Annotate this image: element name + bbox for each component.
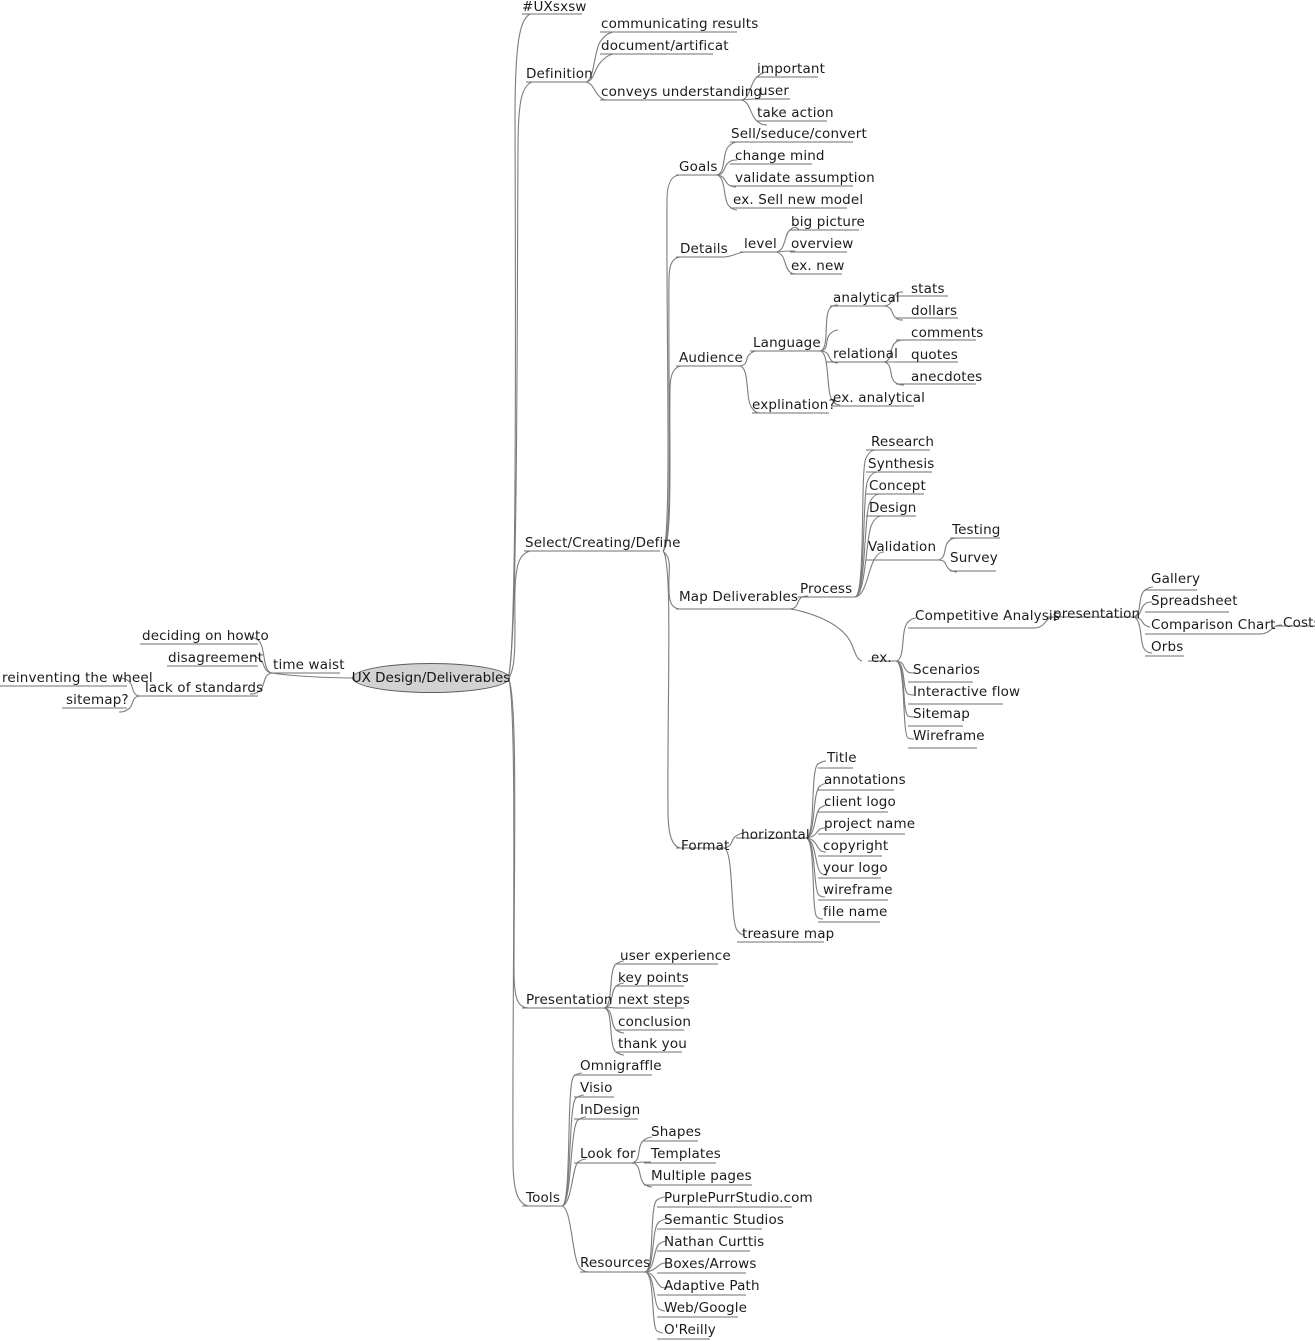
node-conclusion[interactable]: conclusion: [618, 1015, 691, 1030]
node-big-picture[interactable]: big picture: [791, 215, 865, 230]
node-wireframe-item[interactable]: wireframe: [823, 883, 893, 898]
node-sell-seduce-convert[interactable]: Sell/seduce/convert: [731, 127, 867, 142]
node-disagreement[interactable]: disagreement: [168, 651, 263, 666]
node-semantic-studios[interactable]: Semantic Studios: [664, 1213, 784, 1228]
node-boxes-arrows[interactable]: Boxes/Arrows: [664, 1257, 757, 1272]
node-select-creating-define[interactable]: Select/Creating/Define: [525, 536, 681, 551]
node-survey[interactable]: Survey: [950, 551, 998, 566]
node-dollars[interactable]: dollars: [911, 304, 957, 319]
node-process[interactable]: Process: [800, 582, 852, 597]
node-research[interactable]: Research: [871, 435, 934, 450]
node-overview[interactable]: overview: [791, 237, 853, 252]
node-spreadsheet[interactable]: Spreadsheet: [1151, 594, 1238, 609]
node-synthesis[interactable]: Synthesis: [868, 457, 934, 472]
node-treasure-map[interactable]: treasure map: [742, 927, 834, 942]
node-lack-of-standards[interactable]: lack of standards: [145, 681, 263, 696]
node-presentation-sub[interactable]: presentation: [1053, 607, 1140, 622]
node-comparison-chart[interactable]: Comparison Chart: [1151, 618, 1276, 633]
node-presentation[interactable]: Presentation: [526, 993, 613, 1008]
node-important[interactable]: important: [757, 62, 825, 77]
node-relational[interactable]: relational: [833, 347, 898, 362]
node-costs[interactable]: Costs: [1283, 616, 1315, 631]
node-next-steps[interactable]: next steps: [618, 993, 690, 1008]
node-stats[interactable]: stats: [911, 282, 945, 297]
node-multiple-pages[interactable]: Multiple pages: [651, 1169, 752, 1184]
node-analytical[interactable]: analytical: [833, 291, 900, 306]
node-ex-analytical[interactable]: ex. analytical: [833, 391, 925, 406]
node-copyright[interactable]: copyright: [823, 839, 888, 854]
node-hash-uxsxsw[interactable]: #UXsxsw: [522, 0, 587, 15]
node-reinventing-the-wheel[interactable]: reinventing the wheel: [2, 671, 153, 686]
node-audience[interactable]: Audience: [679, 351, 743, 366]
node-level[interactable]: level: [744, 237, 777, 252]
node-user[interactable]: user: [759, 84, 789, 99]
node-anecdotes[interactable]: anecdotes: [911, 370, 982, 385]
node-validate-assumption[interactable]: validate assumption: [735, 171, 875, 186]
node-project-name[interactable]: project name: [824, 817, 915, 832]
central-node-label: UX Design/Deliverables: [351, 670, 511, 686]
node-design[interactable]: Design: [869, 501, 917, 516]
node-scenarios[interactable]: Scenarios: [913, 663, 980, 678]
node-shapes[interactable]: Shapes: [651, 1125, 701, 1140]
node-map-deliverables[interactable]: Map Deliverables: [679, 590, 798, 605]
node-competitive-analysis[interactable]: Competitive Analysis: [915, 609, 1060, 624]
node-sitemap[interactable]: Sitemap: [913, 707, 970, 722]
node-time-waist[interactable]: time waist: [273, 658, 345, 673]
node-explination[interactable]: explination?: [752, 398, 836, 413]
node-communicating-results[interactable]: communicating results: [601, 17, 758, 32]
node-testing[interactable]: Testing: [952, 523, 1001, 538]
node-omnigraffle[interactable]: Omnigraffle: [580, 1059, 662, 1074]
central-node[interactable]: UX Design/Deliverables: [352, 663, 510, 693]
node-oreilly[interactable]: O'Reilly: [664, 1323, 716, 1338]
node-nathan-curttis[interactable]: Nathan Curttis: [664, 1235, 764, 1250]
node-definition[interactable]: Definition: [526, 67, 593, 82]
node-goals[interactable]: Goals: [679, 160, 718, 175]
node-horizontal[interactable]: horizontal: [741, 828, 810, 843]
node-title[interactable]: Title: [827, 751, 857, 766]
node-language[interactable]: Language: [753, 336, 821, 351]
node-concept[interactable]: Concept: [869, 479, 926, 494]
node-adaptive-path[interactable]: Adaptive Path: [664, 1279, 760, 1294]
node-format[interactable]: Format: [681, 839, 729, 854]
node-ex[interactable]: ex.: [871, 651, 892, 666]
node-tools[interactable]: Tools: [526, 1191, 560, 1206]
node-take-action[interactable]: take action: [757, 106, 834, 121]
node-interactive-flow[interactable]: Interactive flow: [913, 685, 1020, 700]
node-deciding-on-howto[interactable]: deciding on howto: [142, 629, 269, 644]
node-validation[interactable]: Validation: [868, 540, 936, 555]
node-look-for[interactable]: Look for: [580, 1147, 636, 1162]
node-purplepurrstudio[interactable]: PurplePurrStudio.com: [664, 1191, 813, 1206]
node-ex-sell-new-model[interactable]: ex. Sell new model: [733, 193, 863, 208]
node-ex-new[interactable]: ex. new: [791, 259, 845, 274]
node-details[interactable]: Details: [680, 242, 728, 257]
node-comments[interactable]: comments: [911, 326, 983, 341]
node-indesign[interactable]: InDesign: [580, 1103, 640, 1118]
node-gallery[interactable]: Gallery: [1151, 572, 1200, 587]
node-visio[interactable]: Visio: [580, 1081, 612, 1096]
node-user-experience[interactable]: user experience: [620, 949, 731, 964]
node-change-mind[interactable]: change mind: [735, 149, 825, 164]
node-templates[interactable]: Templates: [651, 1147, 721, 1162]
node-web-google[interactable]: Web/Google: [664, 1301, 747, 1316]
node-key-points[interactable]: key points: [618, 971, 689, 986]
node-annotations[interactable]: annotations: [824, 773, 906, 788]
node-wireframe[interactable]: Wireframe: [913, 729, 985, 744]
node-sitemap-q[interactable]: sitemap?: [66, 693, 129, 708]
node-your-logo[interactable]: your logo: [823, 861, 888, 876]
node-orbs[interactable]: Orbs: [1151, 640, 1183, 655]
mindmap-canvas: UX Design/Deliverables #UXsxsw Definitio…: [0, 0, 1315, 1341]
node-client-logo[interactable]: client logo: [824, 795, 896, 810]
node-resources[interactable]: Resources: [580, 1256, 650, 1271]
node-quotes[interactable]: quotes: [911, 348, 958, 363]
node-document-artificat[interactable]: document/artificat: [601, 39, 729, 54]
node-conveys-understanding[interactable]: conveys understanding: [601, 85, 762, 100]
node-file-name[interactable]: file name: [823, 905, 888, 920]
node-thank-you[interactable]: thank you: [618, 1037, 687, 1052]
